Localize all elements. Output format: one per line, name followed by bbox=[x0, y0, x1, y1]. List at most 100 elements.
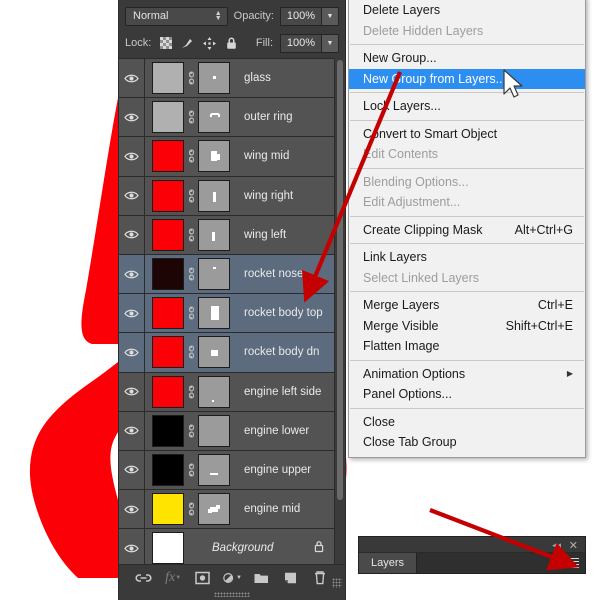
layer-visibility-eye-icon[interactable] bbox=[119, 450, 145, 490]
menu-item[interactable]: Merge Layers Ctrl+E bbox=[349, 295, 585, 316]
mask-link-chain-icon[interactable] bbox=[184, 305, 198, 321]
menu-item[interactable]: Lock Layers... bbox=[349, 96, 585, 117]
menu-item[interactable]: Close Tab Group bbox=[349, 432, 585, 453]
new-group-icon[interactable] bbox=[251, 568, 271, 588]
layer-mask-thumbnail[interactable] bbox=[198, 62, 230, 95]
menu-item[interactable]: Delete Layers bbox=[349, 0, 585, 21]
layer-visibility-eye-icon[interactable] bbox=[119, 490, 145, 529]
delete-layer-icon[interactable] bbox=[310, 568, 330, 588]
close-icon[interactable]: ✕ bbox=[569, 539, 578, 552]
layer-thumbnail[interactable] bbox=[152, 297, 184, 330]
layer-thumbnail[interactable] bbox=[152, 101, 184, 134]
layer-visibility-eye-icon[interactable] bbox=[119, 254, 145, 294]
menu-item[interactable]: New Group... bbox=[349, 48, 585, 69]
layer-thumbnail[interactable] bbox=[152, 453, 184, 486]
layer-visibility-eye-icon[interactable] bbox=[119, 411, 145, 450]
layer-visibility-eye-icon[interactable] bbox=[119, 529, 145, 564]
layer-thumbnail[interactable] bbox=[152, 375, 184, 408]
layer-row[interactable]: wing mid bbox=[119, 137, 334, 177]
layers-panel-context-menu[interactable]: Delete Layers Delete Hidden Layers New Gro… bbox=[348, 0, 586, 458]
layer-mask-thumbnail[interactable] bbox=[198, 414, 230, 447]
layer-visibility-eye-icon[interactable] bbox=[119, 59, 145, 98]
layer-visibility-eye-icon[interactable] bbox=[119, 176, 145, 215]
layer-mask-thumbnail[interactable] bbox=[198, 258, 230, 291]
layer-row[interactable]: engine upper bbox=[119, 450, 334, 491]
layer-visibility-eye-icon[interactable] bbox=[119, 294, 145, 333]
layer-thumbnail[interactable] bbox=[152, 336, 184, 369]
collapse-to-icons-icon[interactable]: ◂◂ bbox=[552, 540, 561, 551]
new-layer-icon[interactable] bbox=[281, 568, 301, 588]
layer-mask-thumbnail[interactable] bbox=[198, 493, 230, 526]
menu-item[interactable]: Flatten Image bbox=[349, 336, 585, 357]
layer-visibility-eye-icon[interactable] bbox=[119, 137, 145, 176]
layer-visibility-eye-icon[interactable] bbox=[119, 372, 145, 411]
layer-mask-thumbnail[interactable] bbox=[198, 297, 230, 330]
mask-link-chain-icon[interactable] bbox=[184, 423, 198, 439]
mask-link-chain-icon[interactable] bbox=[184, 109, 198, 125]
layer-row[interactable]: rocket body top bbox=[119, 294, 334, 334]
layer-row[interactable]: outer ring bbox=[119, 98, 334, 138]
layer-mask-thumbnail[interactable] bbox=[198, 336, 230, 369]
layer-list[interactable]: glass outer ring wing mid wing right wing le… bbox=[119, 58, 334, 564]
layer-thumbnail[interactable] bbox=[152, 532, 184, 564]
layer-mask-thumbnail[interactable] bbox=[198, 453, 230, 486]
mask-link-chain-icon[interactable] bbox=[184, 384, 198, 400]
opacity-input[interactable]: 100% bbox=[280, 6, 322, 26]
panel-resize-grip[interactable] bbox=[332, 578, 342, 588]
lock-all-icon[interactable] bbox=[224, 36, 239, 51]
layer-mask-thumbnail[interactable] bbox=[198, 375, 230, 408]
add-layer-mask-icon[interactable] bbox=[193, 568, 213, 588]
layer-thumbnail[interactable] bbox=[152, 414, 184, 447]
fill-input[interactable]: 100% bbox=[280, 33, 322, 53]
menu-item[interactable]: Create Clipping Mask Alt+Ctrl+G bbox=[349, 220, 585, 241]
layer-row[interactable]: engine mid bbox=[119, 490, 334, 530]
layer-thumbnail[interactable] bbox=[152, 258, 184, 291]
spinner-arrows-icon[interactable]: ▲ ▼ bbox=[215, 10, 222, 22]
layer-thumbnail[interactable] bbox=[152, 493, 184, 526]
panel-menu-icon[interactable]: ▼ bbox=[560, 556, 579, 570]
menu-item[interactable]: Close bbox=[349, 412, 585, 433]
layer-row[interactable]: glass bbox=[119, 59, 334, 99]
layer-list-scrollbar[interactable] bbox=[334, 58, 345, 564]
lock-image-pixels-icon[interactable] bbox=[180, 36, 195, 51]
scrollbar-thumb[interactable] bbox=[337, 60, 343, 500]
menu-item[interactable]: Link Layers bbox=[349, 247, 585, 268]
layer-mask-thumbnail[interactable] bbox=[198, 101, 230, 134]
layer-row[interactable]: wing right bbox=[119, 176, 334, 216]
layer-thumbnail[interactable] bbox=[152, 218, 184, 251]
fill-dropdown-button[interactable]: ▼ bbox=[322, 33, 339, 53]
mask-link-chain-icon[interactable] bbox=[184, 188, 198, 204]
lock-position-icon[interactable] bbox=[202, 36, 217, 51]
mask-link-chain-icon[interactable] bbox=[184, 148, 198, 164]
mask-link-chain-icon[interactable] bbox=[184, 462, 198, 478]
layer-row[interactable]: engine lower bbox=[119, 411, 334, 451]
menu-item[interactable]: Animation Options ▶ bbox=[349, 364, 585, 385]
layer-mask-thumbnail[interactable] bbox=[198, 218, 230, 251]
opacity-dropdown-button[interactable]: ▼ bbox=[322, 6, 339, 26]
layer-visibility-eye-icon[interactable] bbox=[119, 215, 145, 254]
layer-row[interactable]: rocket body dn bbox=[119, 333, 334, 373]
layer-row[interactable]: rocket nose bbox=[119, 254, 334, 295]
layer-thumbnail[interactable] bbox=[152, 179, 184, 212]
adjustment-layer-icon[interactable]: ▼ bbox=[222, 568, 242, 588]
menu-item[interactable]: Convert to Smart Object bbox=[349, 124, 585, 145]
layer-mask-thumbnail[interactable] bbox=[198, 140, 230, 173]
layer-visibility-eye-icon[interactable] bbox=[119, 98, 145, 137]
menu-item[interactable]: Merge Visible Shift+Ctrl+E bbox=[349, 316, 585, 337]
layer-thumbnail[interactable] bbox=[152, 62, 184, 95]
layer-row[interactable]: engine left side bbox=[119, 372, 334, 412]
mask-link-chain-icon[interactable] bbox=[184, 266, 198, 282]
panel-grip-handle[interactable] bbox=[214, 592, 250, 597]
layer-styles-fx-icon[interactable]: fx ▼ bbox=[163, 568, 183, 588]
menu-item[interactable]: New Group from Layers... bbox=[349, 68, 585, 89]
mask-link-chain-icon[interactable] bbox=[184, 70, 198, 86]
mask-link-chain-icon[interactable] bbox=[184, 501, 198, 517]
tab-layers[interactable]: Layers bbox=[359, 553, 418, 573]
mask-link-chain-icon[interactable] bbox=[184, 344, 198, 360]
layer-thumbnail[interactable] bbox=[152, 140, 184, 173]
lock-transparent-pixels-icon[interactable] bbox=[158, 36, 173, 51]
layer-visibility-eye-icon[interactable] bbox=[119, 333, 145, 372]
mask-link-chain-icon[interactable] bbox=[184, 227, 198, 243]
layer-row[interactable]: wing left bbox=[119, 215, 334, 255]
layer-row[interactable]: Background bbox=[119, 529, 334, 564]
